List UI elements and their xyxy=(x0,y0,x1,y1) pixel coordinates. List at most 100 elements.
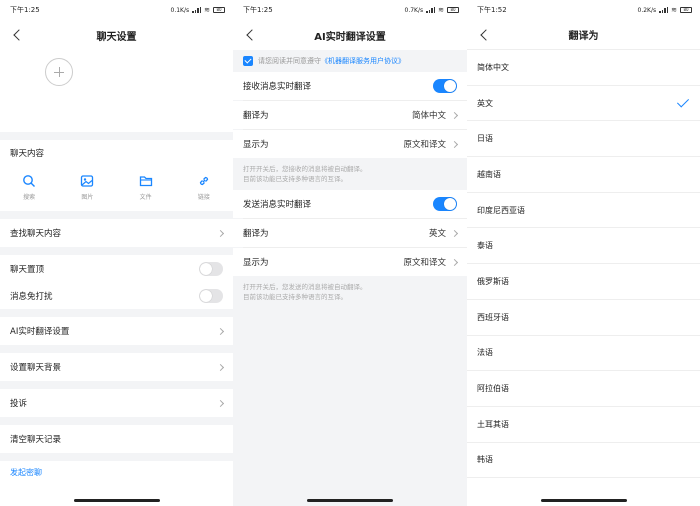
tool-label: 链接 xyxy=(197,194,210,201)
status-bar: 下午1:25 0.1K/s ≋ 80 xyxy=(0,0,233,20)
tool-label: 文件 xyxy=(139,194,152,201)
language-option[interactable]: 土耳其语 xyxy=(467,406,700,443)
image-icon xyxy=(81,175,94,187)
language-label: 阿拉伯语 xyxy=(477,384,509,394)
tool-image[interactable]: 图片 xyxy=(67,174,107,201)
language-option[interactable]: 法语 xyxy=(467,335,700,372)
chevron-right-icon xyxy=(216,327,225,335)
chevron-right-icon xyxy=(450,229,459,237)
language-option[interactable]: 简体中文 xyxy=(467,50,700,86)
language-option[interactable]: 俄罗斯语 xyxy=(467,264,700,300)
row-label: 显示为 xyxy=(243,140,269,150)
mute-toggle[interactable] xyxy=(199,288,223,303)
chat-background-row[interactable]: 设置聊天背景 xyxy=(0,353,233,381)
wifi-icon: ≋ xyxy=(671,6,677,14)
language-option[interactable]: 泰语 xyxy=(467,228,700,265)
battery-icon: 80 xyxy=(213,7,225,13)
row-label: 清空聊天记录 xyxy=(10,435,62,445)
report-row[interactable]: 投诉 xyxy=(0,389,233,417)
tool-link[interactable]: 链接 xyxy=(184,174,224,201)
folder-icon xyxy=(139,176,152,187)
consent-row: 请您阅读并同意遵守 《机器翻译服务用户协议》 xyxy=(233,50,467,72)
receive-translate-to-row[interactable]: 翻译为 简体中文 xyxy=(233,101,467,129)
link-icon xyxy=(199,176,209,186)
page-title: 聊天设置 xyxy=(96,31,137,43)
pin-chat-row: 聊天置顶 xyxy=(0,255,233,282)
language-option[interactable]: 韩语 xyxy=(467,442,700,479)
network-speed: 0.1K/s xyxy=(170,6,190,14)
language-label: 泰语 xyxy=(477,241,493,251)
chevron-right-icon xyxy=(450,140,459,148)
send-translate-toggle[interactable] xyxy=(433,197,457,211)
row-label: 消息免打扰 xyxy=(10,291,53,302)
pin-chat-toggle[interactable] xyxy=(199,261,223,276)
agreement-link[interactable]: 《机器翻译服务用户协议》 xyxy=(321,56,405,66)
home-indicator[interactable] xyxy=(73,499,160,502)
back-arrow-icon[interactable] xyxy=(243,27,259,43)
network-speed: 0.7K/s xyxy=(404,6,424,14)
send-hint: 打开开关后，您发送的消息将被自动翻译。 目前该功能已支持多种语言的互译。 xyxy=(233,276,467,308)
nav-bar: AI实时翻译设置 xyxy=(233,20,467,50)
translate-to-screen: 下午1:52 0.2K/s ≋ 80 翻译为 简体中文英文 日语 越南语印度尼西亚语… xyxy=(467,0,700,506)
battery-icon: 80 xyxy=(680,7,692,13)
start-secret-chat-link[interactable]: 发起密聊 xyxy=(0,461,233,483)
row-label: 聊天置顶 xyxy=(10,264,45,275)
network-speed: 0.2K/s xyxy=(637,6,657,14)
row-label: AI实时翻译设置 xyxy=(10,327,70,337)
language-option[interactable]: 日语 xyxy=(467,121,700,158)
row-value: 英文 xyxy=(428,229,446,239)
tool-search[interactable]: 搜索 xyxy=(9,174,49,201)
send-display-row[interactable]: 显示为 原文和译文 xyxy=(233,248,467,276)
ai-translate-settings-row[interactable]: AI实时翻译设置 xyxy=(0,317,233,345)
clear-history-row[interactable]: 清空聊天记录 xyxy=(0,425,233,453)
receive-display-row[interactable]: 显示为 原文和译文 xyxy=(233,130,467,158)
receive-translate-toggle[interactable] xyxy=(433,79,457,93)
row-label: 设置聊天背景 xyxy=(10,363,62,373)
chevron-right-icon xyxy=(216,363,225,371)
language-option[interactable]: 西班牙语 xyxy=(467,299,700,336)
home-indicator[interactable] xyxy=(540,499,627,502)
add-member-icon[interactable] xyxy=(45,58,73,86)
status-bar: 下午1:52 0.2K/s ≋ 80 xyxy=(467,0,700,20)
row-label: 查找聊天内容 xyxy=(10,229,62,239)
back-arrow-icon[interactable] xyxy=(477,27,493,43)
language-option[interactable]: 英文 xyxy=(467,85,700,122)
language-list: 简体中文英文 日语 越南语印度尼西亚语 泰语俄罗斯语西班牙语法语阿拉伯语土耳其语韩语 xyxy=(467,50,700,479)
wifi-icon: ≋ xyxy=(204,6,210,14)
status-time: 下午1:25 xyxy=(10,6,40,14)
nav-bar: 翻译为 xyxy=(467,20,700,50)
find-chat-content-row[interactable]: 查找聊天内容 xyxy=(0,219,233,247)
page-title: 翻译为 xyxy=(568,31,599,42)
chat-content-label: 聊天内容 xyxy=(0,140,233,166)
language-label: 简体中文 xyxy=(477,62,509,72)
language-label: 土耳其语 xyxy=(477,419,509,429)
wifi-icon: ≋ xyxy=(438,6,444,14)
consent-checkbox[interactable] xyxy=(243,56,253,66)
language-label: 西班牙语 xyxy=(477,312,509,322)
tool-file[interactable]: 文件 xyxy=(126,174,166,201)
language-label: 印度尼西亚语 xyxy=(477,205,525,215)
mute-row: 消息免打扰 xyxy=(0,282,233,309)
language-label: 法语 xyxy=(477,348,493,358)
language-option[interactable]: 阿拉伯语 xyxy=(467,371,700,407)
row-label: 发送消息实时翻译 xyxy=(243,200,312,210)
checkmark-icon xyxy=(676,96,690,110)
ai-translate-settings-screen: 下午1:25 0.7K/s ≋ 80 AI实时翻译设置 请您阅读并同意遵守 《机… xyxy=(233,0,467,506)
row-label: 显示为 xyxy=(243,258,269,268)
signal-icon xyxy=(426,7,436,13)
language-option[interactable]: 印度尼西亚语 xyxy=(467,192,700,229)
chevron-right-icon xyxy=(216,229,225,237)
receive-translate-row: 接收消息实时翻译 xyxy=(233,72,467,100)
language-option[interactable]: 越南语 xyxy=(467,157,700,193)
nav-bar: 聊天设置 xyxy=(0,20,233,50)
send-translate-to-row[interactable]: 翻译为 英文 xyxy=(233,219,467,247)
back-arrow-icon[interactable] xyxy=(10,27,26,43)
signal-icon xyxy=(659,7,669,13)
status-bar: 下午1:25 0.7K/s ≋ 80 xyxy=(233,0,467,20)
tool-label: 图片 xyxy=(81,194,94,201)
home-indicator[interactable] xyxy=(307,499,393,502)
row-value: 简体中文 xyxy=(411,111,446,121)
row-label: 接收消息实时翻译 xyxy=(243,82,312,92)
members-area xyxy=(0,50,233,132)
chevron-right-icon xyxy=(216,399,225,407)
